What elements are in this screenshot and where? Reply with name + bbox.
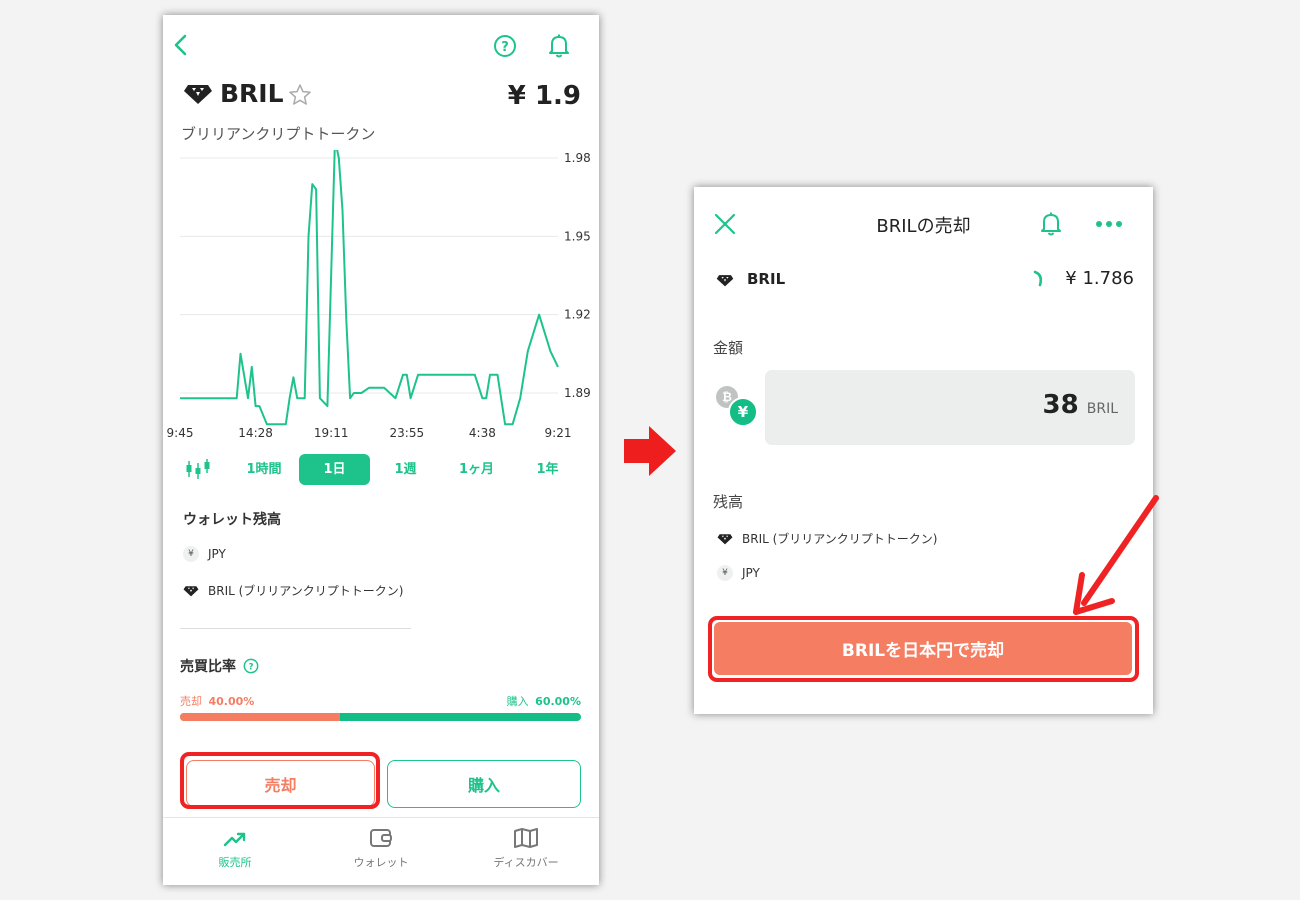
sell-ratio-value: 40.00% xyxy=(208,695,255,708)
help-button[interactable]: ? xyxy=(493,34,517,58)
notification-button[interactable] xyxy=(1039,211,1063,237)
nav-item-wallet[interactable]: ウォレット xyxy=(329,825,433,875)
range-tab-1month[interactable]: 1ヶ月 xyxy=(441,455,512,485)
nav-label-wallet: ウォレット xyxy=(353,856,409,869)
sell-button-highlight xyxy=(180,752,380,809)
currency-switch[interactable]: ₿ ¥ xyxy=(716,386,762,430)
wallet-bril-row[interactable]: BRIL (ブリリアンクリプトトークン) xyxy=(183,582,404,599)
arrow-right-icon xyxy=(624,426,676,476)
ratio-section: 売買比率 ? xyxy=(180,656,259,676)
star-icon xyxy=(289,84,311,105)
more-button[interactable] xyxy=(1094,217,1124,231)
bril-logo-icon xyxy=(183,83,213,105)
ratio-bar xyxy=(180,713,581,721)
page-title: BRILの売却 xyxy=(876,216,971,237)
range-tabs: 1時間 1日 1週 1ヶ月 1年 xyxy=(163,453,599,485)
left-screen: ? BRIL ¥ 1.9 ブリリアンクリプトトークン 1.98 1.95 1.92 1… xyxy=(163,15,599,885)
y-tick-label: 1.98 xyxy=(564,151,591,165)
y-tick-label: 1.95 xyxy=(564,229,591,243)
balance-label: 残高 xyxy=(713,493,744,511)
yen-icon: ¥ xyxy=(717,565,733,581)
sell-ratio: 売却 40.00% xyxy=(180,693,254,709)
divider xyxy=(180,628,411,629)
help-circle-icon: ? xyxy=(494,35,516,57)
bril-logo-icon xyxy=(717,533,733,544)
ratio-title: 売買比率 xyxy=(180,659,236,675)
range-tab-1week[interactable]: 1週 xyxy=(370,455,441,485)
bril-logo-icon xyxy=(716,274,734,287)
nav-label-discover: ディスカバー xyxy=(493,856,559,869)
wallet-balance-title: ウォレット残高 xyxy=(183,512,281,528)
range-tab-1year[interactable]: 1年 xyxy=(512,455,583,485)
balance-jpy-label: JPY xyxy=(742,566,760,580)
buy-ratio: 購入 60.00% xyxy=(507,693,581,709)
wallet-icon xyxy=(370,829,392,847)
y-tick-label: 1.92 xyxy=(564,308,591,322)
price-line xyxy=(180,150,559,426)
price-chart[interactable]: 1.98 1.95 1.92 1.89 9:45 14:28 19:11 23:55 4:38 9… xyxy=(163,150,599,450)
sell-button-highlight xyxy=(708,616,1139,682)
coin-symbol: BRIL xyxy=(220,79,284,108)
x-tick-label: 14:28 xyxy=(238,426,273,440)
nav-divider xyxy=(163,817,599,818)
yen-icon: ¥ xyxy=(183,546,199,562)
x-tick-label: 19:11 xyxy=(314,426,349,440)
coin-full-name: ブリリアンクリプトトークン xyxy=(181,125,376,143)
amount-input[interactable]: 38 BRIL xyxy=(765,370,1135,445)
x-tick-label: 9:45 xyxy=(167,426,194,440)
more-dots-icon xyxy=(1096,221,1122,227)
pointer-arrow-icon xyxy=(1060,492,1164,622)
range-tab-1day[interactable]: 1日 xyxy=(299,454,370,485)
y-tick-label: 1.89 xyxy=(564,386,591,400)
loading-spinner-icon xyxy=(1031,269,1047,289)
nav-item-discover[interactable]: ディスカバー xyxy=(474,825,578,875)
right-screen: BRILの売却 BRIL ¥ 1.786 金額 ₿ ¥ 38 BRIL 残高 B… xyxy=(694,187,1153,714)
coin-price: ¥ 1.9 xyxy=(507,81,581,111)
candlestick-icon xyxy=(186,459,210,479)
chevron-left-icon xyxy=(174,34,187,56)
sell-ratio-label: 売却 xyxy=(180,695,202,708)
balance-jpy-row: ¥ JPY xyxy=(717,565,760,581)
balance-bril-row: BRIL (ブリリアンクリプトトークン) xyxy=(717,530,938,547)
amount-unit: BRIL xyxy=(1086,401,1118,417)
map-icon xyxy=(514,828,538,848)
back-button[interactable] xyxy=(171,33,191,57)
buy-ratio-label: 購入 xyxy=(506,695,529,708)
wallet-bril-label: BRIL (ブリリアンクリプトトークン) xyxy=(208,584,404,598)
x-tick-label: 9:21 xyxy=(545,426,572,440)
favorite-button[interactable] xyxy=(288,83,312,107)
buy-button[interactable]: 購入 xyxy=(387,760,581,808)
notification-button[interactable] xyxy=(547,33,571,59)
range-tab-1hour[interactable]: 1時間 xyxy=(229,455,299,485)
svg-text:?: ? xyxy=(248,662,253,672)
yen-icon: ¥ xyxy=(728,397,758,427)
nav-label-exchange: 販売所 xyxy=(218,856,252,869)
wallet-jpy-label: JPY xyxy=(208,547,226,561)
x-tick-label: 4:38 xyxy=(469,426,496,440)
amount-value: 38 xyxy=(1042,390,1079,420)
coin-symbol: BRIL xyxy=(747,270,786,288)
balance-bril-label: BRIL (ブリリアンクリプトトークン) xyxy=(742,532,938,546)
trend-up-icon xyxy=(223,832,246,847)
nav-item-exchange[interactable]: 販売所 xyxy=(183,825,287,875)
help-circle-icon[interactable]: ? xyxy=(243,658,259,674)
buy-ratio-value: 60.00% xyxy=(535,695,581,708)
bell-icon xyxy=(1041,212,1061,236)
coin-price: ¥ 1.786 xyxy=(1065,268,1134,289)
svg-text:?: ? xyxy=(501,40,509,55)
amount-label: 金額 xyxy=(713,339,744,357)
bell-icon xyxy=(549,34,569,58)
candlestick-toggle[interactable] xyxy=(185,458,211,480)
bril-logo-icon xyxy=(183,585,199,596)
x-tick-label: 23:55 xyxy=(390,426,425,440)
ratio-bar-sell-fill xyxy=(180,713,341,721)
wallet-jpy-row[interactable]: ¥ JPY xyxy=(183,546,226,562)
